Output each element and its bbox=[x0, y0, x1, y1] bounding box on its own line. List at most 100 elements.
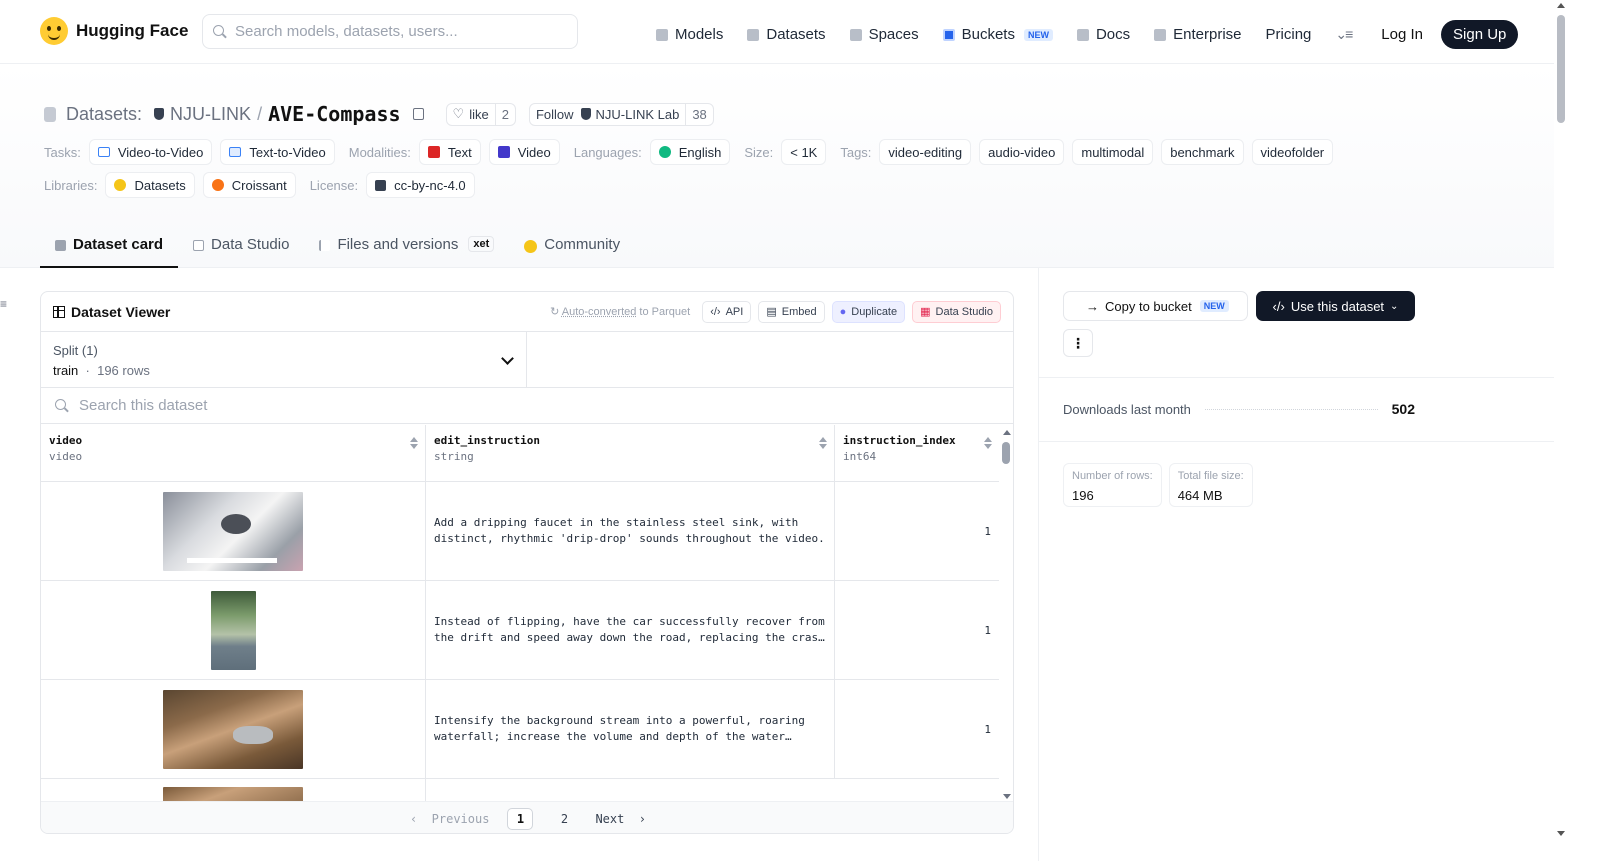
scroll-down-icon[interactable] bbox=[1557, 831, 1565, 836]
code-icon: ‹/› bbox=[710, 305, 721, 318]
data-studio-label: Data Studio bbox=[935, 305, 993, 318]
search-icon bbox=[55, 398, 69, 413]
nav-docs[interactable]: Docs bbox=[1076, 26, 1130, 43]
tag-audio-video[interactable]: audio-video bbox=[979, 139, 1065, 165]
video-icon bbox=[97, 147, 110, 157]
more-menu-icon[interactable]: ⌄≡ bbox=[1335, 26, 1353, 43]
login-link[interactable]: Log In bbox=[1381, 26, 1423, 43]
sort-icon[interactable] bbox=[984, 437, 992, 449]
data-studio-icon: ▦ bbox=[920, 306, 931, 318]
chevron-down-icon: ⌄ bbox=[1390, 300, 1399, 312]
column-header-edit-instruction[interactable]: edit_instruction string bbox=[426, 425, 835, 481]
use-this-dataset-button[interactable]: ‹/› Use this dataset ⌄ bbox=[1256, 291, 1415, 321]
page-scrollbar[interactable] bbox=[1554, 0, 1568, 861]
split-name: train bbox=[53, 363, 79, 378]
scrollbar-thumb[interactable] bbox=[1557, 15, 1565, 123]
tag-datasets-lib[interactable]: Datasets bbox=[105, 172, 195, 198]
copy-label: Copy to bucket bbox=[1105, 298, 1192, 314]
section-label[interactable]: Datasets: bbox=[66, 104, 142, 125]
table-scrollbar[interactable] bbox=[999, 425, 1013, 801]
nav-enterprise[interactable]: Enterprise bbox=[1154, 26, 1242, 43]
scroll-up-icon[interactable] bbox=[1557, 3, 1565, 8]
divider bbox=[1039, 377, 1555, 378]
follow-button[interactable]: Follow NJU-LINK Lab 38 bbox=[528, 102, 714, 126]
tag-videofolder[interactable]: videofolder bbox=[1251, 139, 1334, 165]
table-icon bbox=[193, 240, 205, 251]
org-link[interactable]: NJU-LINK bbox=[170, 104, 251, 125]
tag-text-to-video[interactable]: Text-to-Video bbox=[220, 139, 335, 165]
table-row[interactable]: Instead of flipping, have the car succes… bbox=[41, 581, 999, 680]
repo-tabs: Dataset card Data Studio Files and versi… bbox=[40, 232, 635, 268]
sidebar-actions: → Copy to bucket NEW ‹/› Use this dataset ⌄ bbox=[1063, 291, 1415, 321]
text-video-icon bbox=[229, 147, 242, 157]
nav-buckets[interactable]: Buckets NEW bbox=[942, 26, 1053, 43]
video-thumbnail[interactable] bbox=[210, 590, 256, 670]
tag-size[interactable]: < 1K bbox=[781, 139, 827, 165]
scroll-up-icon[interactable] bbox=[1003, 430, 1011, 435]
copy-to-bucket-button[interactable]: → Copy to bucket NEW bbox=[1063, 291, 1248, 321]
api-button[interactable]: ‹/› API bbox=[702, 300, 752, 323]
more-options-icon[interactable]: ⋮ bbox=[1063, 329, 1093, 357]
previous-page-button[interactable]: ‹ Previous bbox=[410, 812, 489, 826]
next-page-button[interactable]: Next › bbox=[595, 812, 646, 826]
scrollbar-thumb[interactable] bbox=[1002, 442, 1010, 464]
tag-license[interactable]: cc-by-nc-4.0 bbox=[366, 172, 475, 198]
nav-pricing-label: Pricing bbox=[1265, 26, 1312, 43]
top-navigation: Hugging Face Models Datasets Spaces Buck… bbox=[0, 0, 1554, 64]
search-icon bbox=[213, 24, 227, 39]
tab-community[interactable]: Community bbox=[509, 232, 635, 268]
tag-multimodal[interactable]: multimodal bbox=[1072, 139, 1154, 165]
tag-video-to-video[interactable]: Video-to-Video bbox=[88, 139, 213, 165]
global-search-input[interactable] bbox=[235, 23, 555, 40]
scroll-down-icon[interactable] bbox=[1003, 794, 1011, 799]
global-search[interactable] bbox=[202, 14, 578, 49]
tag-label: Text-to-Video bbox=[249, 144, 326, 160]
nav-spaces[interactable]: Spaces bbox=[849, 26, 919, 43]
heart-icon: ♡ bbox=[452, 106, 465, 121]
page-1-button[interactable]: 1 bbox=[507, 807, 534, 830]
follow-label: Follow bbox=[535, 106, 574, 122]
copy-icon[interactable] bbox=[412, 108, 424, 120]
auto-converted-suffix: to Parquet bbox=[636, 306, 691, 318]
nav-buckets-label: Buckets bbox=[961, 26, 1015, 43]
column-header-video[interactable]: video video bbox=[41, 425, 426, 481]
like-button[interactable]: ♡ like 2 bbox=[445, 102, 516, 126]
downloads-stat: Downloads last month 502 bbox=[1063, 401, 1415, 417]
nav-models[interactable]: Models bbox=[656, 26, 723, 43]
nav-pricing[interactable]: Pricing bbox=[1266, 26, 1312, 43]
toc-toggle-icon[interactable]: ≡ bbox=[0, 297, 7, 311]
tab-dataset-card[interactable]: Dataset card bbox=[40, 232, 179, 268]
dataset-search[interactable] bbox=[41, 388, 1013, 424]
video-modality-icon bbox=[497, 146, 510, 158]
video-thumbnail[interactable] bbox=[163, 491, 303, 571]
nav-datasets[interactable]: Datasets bbox=[747, 26, 826, 43]
tag-croissant[interactable]: Croissant bbox=[202, 172, 296, 198]
embed-button[interactable]: ▤ Embed bbox=[758, 300, 825, 323]
new-badge: NEW bbox=[1023, 28, 1053, 41]
page-2-button[interactable]: 2 bbox=[551, 808, 577, 830]
sort-icon[interactable] bbox=[410, 437, 418, 449]
sort-icon[interactable] bbox=[819, 437, 827, 449]
tab-files-and-versions[interactable]: Files and versions xet bbox=[304, 232, 509, 268]
database-icon bbox=[44, 106, 56, 122]
brand-link[interactable]: Hugging Face bbox=[40, 17, 188, 45]
tag-english[interactable]: English bbox=[649, 139, 731, 165]
repo-name[interactable]: AVE-Compass bbox=[268, 102, 400, 126]
table-row[interactable]: Intensify the background stream into a p… bbox=[41, 680, 999, 779]
tab-data-studio[interactable]: Data Studio bbox=[178, 232, 304, 268]
auto-converted-link[interactable]: Auto-converted bbox=[562, 306, 637, 318]
video-thumbnail[interactable] bbox=[163, 689, 303, 769]
tag-label: Video-to-Video bbox=[117, 144, 204, 160]
column-header-instruction-index[interactable]: instruction_index int64 bbox=[835, 425, 999, 481]
table-row[interactable]: Add a dripping faucet in the stainless s… bbox=[41, 482, 999, 581]
tag-text[interactable]: Text bbox=[418, 139, 481, 165]
signup-button[interactable]: Sign Up bbox=[1441, 20, 1519, 49]
index-cell: 1 bbox=[984, 722, 991, 736]
data-studio-button[interactable]: ▦ Data Studio bbox=[912, 300, 1001, 323]
tag-benchmark[interactable]: benchmark bbox=[1161, 139, 1244, 165]
duplicate-button[interactable]: ● Duplicate bbox=[831, 300, 906, 323]
tag-video-editing[interactable]: video-editing bbox=[879, 139, 972, 165]
split-selector[interactable]: Split (1) train · 196 rows bbox=[41, 332, 527, 387]
dataset-search-input[interactable] bbox=[79, 397, 679, 414]
tag-video[interactable]: Video bbox=[488, 139, 560, 165]
